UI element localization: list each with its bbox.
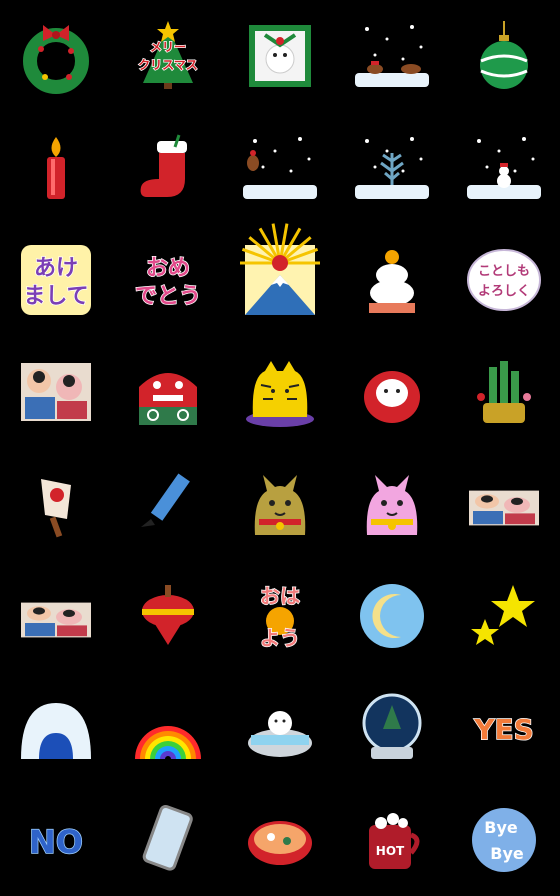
kotoshimo-yoroshiku-sticker[interactable]: ことしも よろしく — [448, 224, 560, 336]
people-collage-icon-art — [21, 602, 91, 638]
snow-globe-icon[interactable] — [336, 672, 448, 784]
hot-cocoa-icon-text: HOT — [376, 844, 405, 858]
smartphone-icon-art — [142, 804, 193, 871]
kagami-mochi-icon[interactable] — [336, 224, 448, 336]
kadomatsu-icon[interactable] — [448, 336, 560, 448]
akemashite-omedetou-sticker-text: まして — [23, 284, 88, 309]
ohayo-sticker-art: おはよう — [259, 583, 301, 651]
hagoita-paddle-icon[interactable] — [0, 448, 112, 560]
snow-globe-icon-art — [362, 693, 422, 759]
hot-cocoa-icon[interactable]: HOT — [336, 784, 448, 896]
akemashite-omedetou-sticker-text: あけ — [34, 256, 78, 281]
christmas-wreath-icon[interactable] — [0, 0, 112, 112]
snowy-tree-icon[interactable] — [336, 112, 448, 224]
ohayo-sticker-text: おは — [260, 584, 300, 608]
crescent-moon-icon-art — [360, 584, 424, 648]
soup-bowl-icon-art — [248, 821, 312, 865]
akemashite-omedetou-sticker-art: あけまして — [21, 245, 91, 315]
hagoita-paddle-icon-art — [41, 479, 71, 538]
stars-icon-art — [471, 585, 535, 645]
bye-bye-sticker-art: Bye Bye — [472, 808, 536, 872]
yes-sticker-art: YES — [472, 712, 534, 747]
rainbow-icon-art — [135, 726, 201, 759]
kadomatsu-icon-art — [477, 361, 531, 423]
gold-lucky-cat-icon[interactable] — [224, 448, 336, 560]
shishimai-lion-icon[interactable] — [112, 336, 224, 448]
new-year-collage-small-icon-art — [469, 490, 539, 526]
crescent-moon-icon[interactable] — [336, 560, 448, 672]
christmas-stocking-icon-art — [140, 134, 187, 197]
hot-spring-snowman-icon-art — [248, 711, 312, 757]
kotoshimo-yoroshiku-sticker-text: よろしく — [478, 284, 530, 299]
igloo-icon[interactable] — [0, 672, 112, 784]
green-ornament-icon[interactable] — [448, 0, 560, 112]
omedetou-sticker-text: おめ — [146, 256, 190, 281]
kotoshimo-yoroshiku-sticker-text: ことしも — [478, 264, 530, 279]
sticker-grid: メリー クリスマス あけ まして おめ でとう ことしも よろしく おは よう YES NO HOT By… — [0, 0, 560, 896]
akemashite-omedetou-sticker[interactable]: あけ まして — [0, 224, 112, 336]
calligraphy-brush-icon-art — [141, 473, 190, 527]
bye-bye-sticker-text: Bye — [490, 844, 524, 863]
christmas-tree-sticker-text: メリー — [150, 40, 186, 54]
spinning-top-icon-art — [142, 585, 194, 645]
snowman-scene-icon[interactable] — [448, 112, 560, 224]
rainbow-icon[interactable] — [112, 672, 224, 784]
reindeer-snowfall-icon-art — [243, 137, 317, 199]
reindeer-snowfall-icon[interactable] — [224, 112, 336, 224]
no-sticker-art: NO — [28, 822, 83, 862]
omedetou-sticker-art: おめでとう — [134, 255, 202, 310]
mount-fuji-sunrise-icon[interactable] — [224, 223, 336, 336]
hot-cocoa-icon-art: HOT — [369, 813, 420, 869]
snowy-tree-icon-art — [355, 137, 429, 199]
people-collage-icon[interactable] — [0, 560, 112, 672]
new-year-collage-icon[interactable] — [0, 336, 112, 448]
snowman-scene-icon-art — [467, 137, 541, 199]
gold-lucky-cat-icon-art — [254, 475, 306, 535]
reindeer-snow-scene-icon-art — [355, 25, 429, 87]
pink-lucky-cat-icon-art — [366, 475, 418, 535]
no-sticker[interactable]: NO — [0, 784, 112, 896]
bye-bye-sticker[interactable]: Bye Bye — [448, 784, 560, 896]
daruma-icon-art — [364, 371, 420, 423]
christmas-stocking-icon[interactable] — [112, 112, 224, 224]
tiger-icon[interactable] — [224, 336, 336, 448]
gift-box-icon[interactable] — [224, 0, 336, 112]
new-year-collage-icon-art — [21, 363, 91, 421]
mount-fuji-sunrise-icon-art — [240, 223, 320, 315]
candle-icon-art — [47, 137, 65, 199]
omedetou-sticker[interactable]: おめ でとう — [112, 224, 224, 336]
kagami-mochi-icon-art — [369, 250, 415, 313]
bye-bye-sticker-text: Bye — [484, 818, 518, 837]
ohayo-sticker[interactable]: おは よう — [224, 560, 336, 672]
new-year-collage-small-icon[interactable] — [448, 448, 560, 560]
yes-sticker-text: YES — [473, 713, 534, 746]
christmas-tree-sticker-text: クリスマス — [138, 58, 198, 72]
ohayo-sticker-text: よう — [260, 626, 300, 650]
yes-sticker[interactable]: YES — [448, 672, 560, 784]
pink-lucky-cat-icon[interactable] — [336, 448, 448, 560]
no-sticker-text: NO — [29, 823, 83, 861]
smartphone-icon[interactable] — [112, 784, 224, 896]
igloo-icon-art — [21, 703, 91, 759]
gift-box-icon-art — [249, 25, 311, 87]
christmas-tree-sticker[interactable]: メリー クリスマス — [112, 0, 224, 112]
hot-spring-snowman-icon[interactable] — [224, 672, 336, 784]
green-ornament-icon-art — [480, 21, 528, 89]
kotoshimo-yoroshiku-sticker-art: ことしもよろしく — [467, 249, 541, 311]
stars-icon[interactable] — [448, 560, 560, 672]
spinning-top-icon[interactable] — [112, 560, 224, 672]
candle-icon[interactable] — [0, 112, 112, 224]
christmas-wreath-icon-art — [23, 25, 89, 94]
calligraphy-brush-icon[interactable] — [112, 448, 224, 560]
daruma-icon[interactable] — [336, 336, 448, 448]
soup-bowl-icon[interactable] — [224, 784, 336, 896]
christmas-tree-sticker-art: メリークリスマス — [137, 21, 199, 89]
tiger-icon-art — [246, 361, 314, 427]
omedetou-sticker-text: でとう — [135, 284, 201, 309]
reindeer-snow-scene-icon[interactable] — [336, 0, 448, 112]
shishimai-lion-icon-art — [139, 373, 197, 425]
